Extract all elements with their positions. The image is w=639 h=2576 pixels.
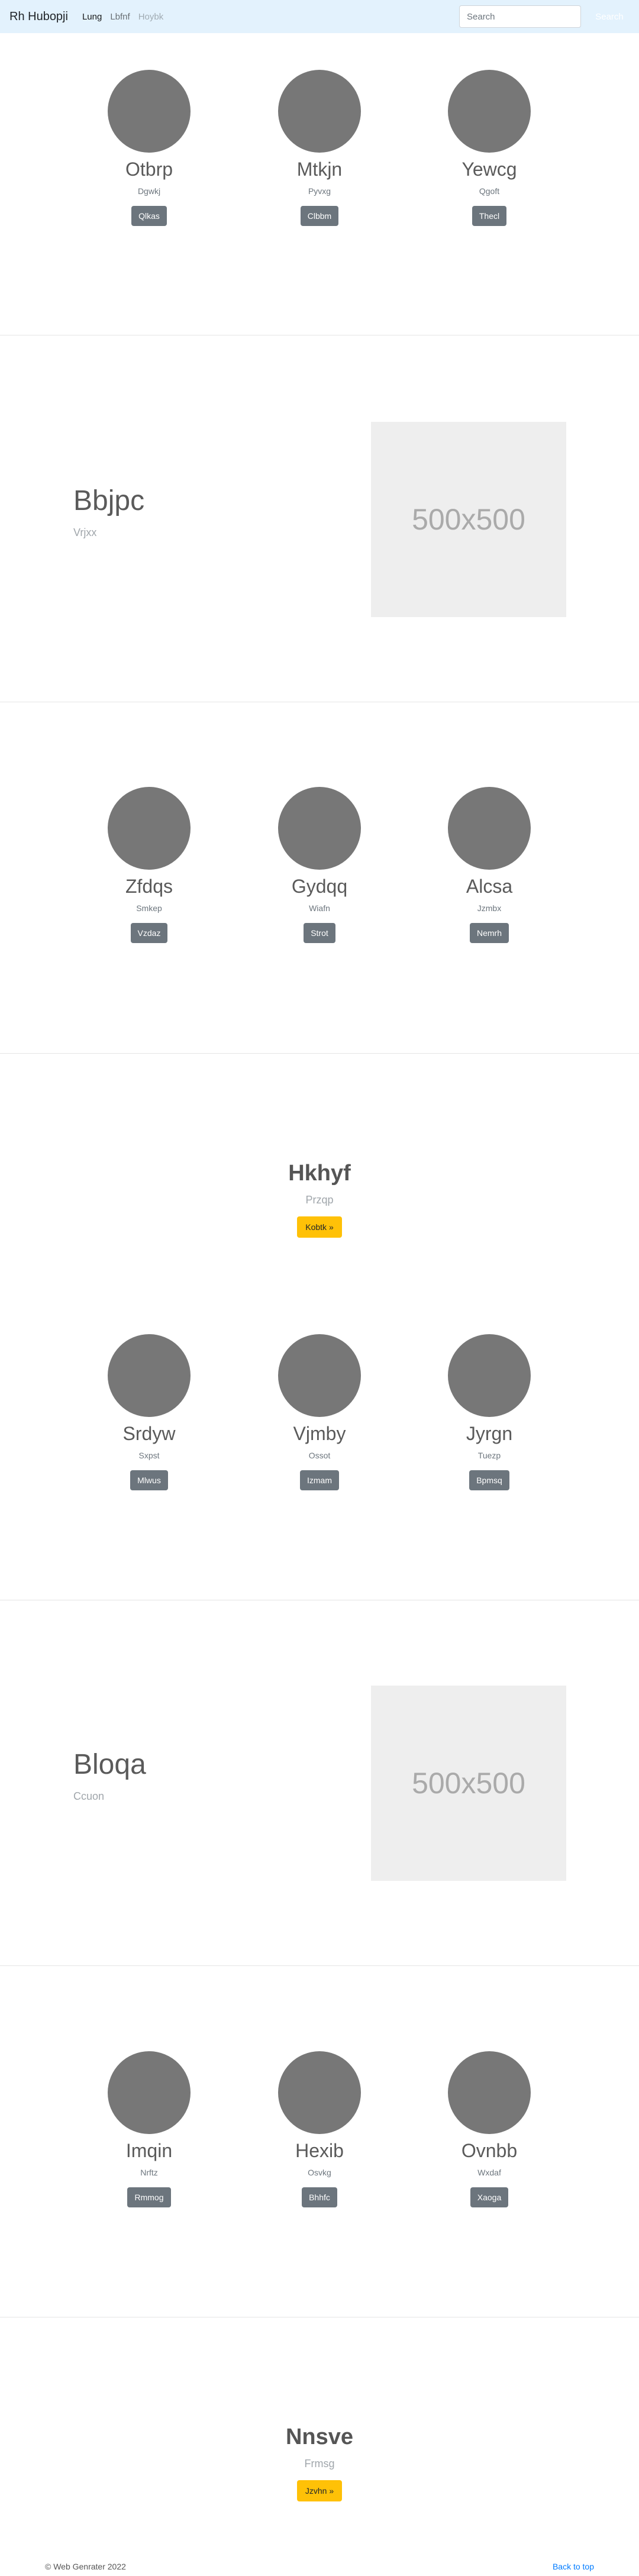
member-subtitle: Nrftz bbox=[140, 2168, 158, 2177]
feature-section-1: Bbjpc Vrjxx 500x500 bbox=[0, 335, 639, 702]
nav-link-1[interactable]: Lung bbox=[82, 12, 102, 22]
nav-links: Lung Lbfnf Hoybk bbox=[82, 12, 172, 22]
hero-button[interactable]: Jzvhn » bbox=[296, 2480, 343, 2501]
member-card: Imqin Nrftz Rmmog bbox=[90, 2051, 208, 2207]
avatar-placeholder bbox=[278, 70, 361, 153]
avatar-placeholder bbox=[278, 1334, 361, 1417]
search-form: Search bbox=[459, 5, 624, 28]
member-button[interactable]: Clbbm bbox=[300, 206, 339, 226]
member-subtitle: Osvkg bbox=[308, 2168, 331, 2177]
member-card: Otbrp Dgwkj Qlkas bbox=[90, 70, 208, 226]
members-section-2: Zfdqs Smkep Vzdaz Gydqq Wiafn Strot Alcs… bbox=[0, 787, 639, 1053]
member-subtitle: Wiafn bbox=[309, 903, 330, 913]
avatar-placeholder bbox=[108, 1334, 191, 1417]
member-card: Yewcg Qgoft Thecl bbox=[430, 70, 548, 226]
hero-title: Hkhyf bbox=[288, 1161, 351, 1186]
member-name: Srdyw bbox=[122, 1423, 176, 1444]
hero-subtitle: Frmsg bbox=[304, 2458, 335, 2470]
member-button[interactable]: Nemrh bbox=[469, 923, 509, 943]
member-name: Yewcg bbox=[462, 159, 517, 180]
member-subtitle: Wxdaf bbox=[477, 2168, 501, 2177]
avatar-placeholder bbox=[278, 787, 361, 870]
navbar-brand[interactable]: Rh Hubopji bbox=[9, 10, 68, 24]
hero-button-wrap: Jzvhn » bbox=[0, 2480, 639, 2501]
feature-image-placeholder: 500x500 bbox=[371, 422, 566, 617]
member-button[interactable]: Mlwus bbox=[130, 1470, 168, 1490]
feature-title: Bloqa bbox=[73, 1749, 146, 1780]
avatar-placeholder bbox=[108, 70, 191, 153]
member-name: Hexib bbox=[295, 2140, 344, 2161]
members-section-1: Otbrp Dgwkj Qlkas Mtkjn Pyvxg Clbbm Yewc… bbox=[0, 70, 639, 336]
back-to-top-link[interactable]: Back to top bbox=[553, 2562, 594, 2571]
member-button[interactable]: Vzdaz bbox=[130, 923, 168, 943]
member-card: Ovnbb Wxdaf Xaoga bbox=[430, 2051, 548, 2207]
hero-subtitle: Przqp bbox=[305, 1194, 334, 1206]
avatar-placeholder bbox=[448, 2051, 531, 2134]
member-button[interactable]: Bpmsq bbox=[469, 1470, 509, 1490]
member-button[interactable]: Rmmog bbox=[127, 2187, 171, 2207]
hero-button[interactable]: Kobtk » bbox=[297, 1216, 342, 1238]
feature-subtitle: Ccuon bbox=[73, 1790, 105, 1802]
search-input[interactable] bbox=[459, 5, 581, 28]
member-card: Mtkjn Pyvxg Clbbm bbox=[260, 70, 379, 226]
member-button[interactable]: Xaoga bbox=[470, 2187, 509, 2207]
feature-section-2: Bloqa Ccuon 500x500 bbox=[0, 1600, 639, 1966]
hero-button-wrap: Kobtk » bbox=[0, 1216, 639, 1238]
members-section-3: Srdyw Sxpst Mlwus Vjmby Ossot Izmam Jyrg… bbox=[0, 1334, 639, 1600]
member-subtitle: Tuezp bbox=[477, 1451, 501, 1460]
member-subtitle: Sxpst bbox=[138, 1451, 160, 1460]
member-subtitle: Pyvxg bbox=[308, 186, 331, 196]
hero-section-1: Hkhyf Przqp Kobtk » bbox=[0, 1054, 639, 1314]
member-name: Mtkjn bbox=[296, 159, 343, 180]
member-button[interactable]: Thecl bbox=[472, 206, 507, 226]
nav-link-3-disabled: Hoybk bbox=[138, 11, 164, 22]
member-card: Gydqq Wiafn Strot bbox=[260, 787, 379, 943]
member-card: Zfdqs Smkep Vzdaz bbox=[90, 787, 208, 943]
avatar-placeholder bbox=[448, 787, 531, 870]
member-card: Vjmby Ossot Izmam bbox=[260, 1334, 379, 1490]
member-card: Hexib Osvkg Bhhfc bbox=[260, 2051, 379, 2207]
member-button[interactable]: Qlkas bbox=[131, 206, 167, 226]
member-name: Jyrgn bbox=[466, 1423, 513, 1444]
member-name: Gydqq bbox=[291, 876, 348, 897]
avatar-placeholder bbox=[448, 1334, 531, 1417]
member-name: Imqin bbox=[125, 2140, 173, 2161]
member-card: Alcsa Jzmbx Nemrh bbox=[430, 787, 548, 943]
search-button[interactable]: Search bbox=[585, 5, 634, 28]
feature-title: Bbjpc bbox=[73, 485, 145, 517]
avatar-placeholder bbox=[448, 70, 531, 153]
member-button[interactable]: Izmam bbox=[300, 1470, 339, 1490]
footer: © Web Genrater 2022 Back to top bbox=[0, 2556, 639, 2576]
member-button[interactable]: Strot bbox=[304, 923, 335, 943]
section-divider bbox=[0, 1965, 639, 1966]
member-subtitle: Qgoft bbox=[479, 186, 500, 196]
member-name: Zfdqs bbox=[125, 876, 173, 897]
member-card: Jyrgn Tuezp Bpmsq bbox=[430, 1334, 548, 1490]
member-subtitle: Ossot bbox=[308, 1451, 331, 1460]
navbar: Rh Hubopji Lung Lbfnf Hoybk Search bbox=[0, 0, 639, 33]
member-subtitle: Dgwkj bbox=[137, 186, 161, 196]
member-name: Alcsa bbox=[466, 876, 513, 897]
feature-subtitle: Vrjxx bbox=[73, 527, 97, 538]
member-subtitle: Jzmbx bbox=[477, 903, 502, 913]
feature-image-placeholder: 500x500 bbox=[371, 1686, 566, 1881]
avatar-placeholder bbox=[108, 2051, 191, 2134]
members-section-4: Imqin Nrftz Rmmog Hexib Osvkg Bhhfc Ovnb… bbox=[0, 2051, 639, 2317]
member-subtitle: Smkep bbox=[136, 903, 162, 913]
member-card: Srdyw Sxpst Mlwus bbox=[90, 1334, 208, 1490]
member-button[interactable]: Bhhfc bbox=[302, 2187, 337, 2207]
member-name: Vjmby bbox=[293, 1423, 346, 1444]
nav-link-2[interactable]: Lbfnf bbox=[110, 12, 130, 22]
hero-title: Nnsve bbox=[285, 2425, 354, 2449]
footer-copyright: © Web Genrater 2022 bbox=[45, 2562, 126, 2571]
member-name: Ovnbb bbox=[461, 2140, 518, 2161]
hero-section-2: Nnsve Frmsg Jzvhn » bbox=[0, 2317, 639, 2554]
avatar-placeholder bbox=[278, 2051, 361, 2134]
avatar-placeholder bbox=[108, 787, 191, 870]
member-name: Otbrp bbox=[125, 159, 173, 180]
